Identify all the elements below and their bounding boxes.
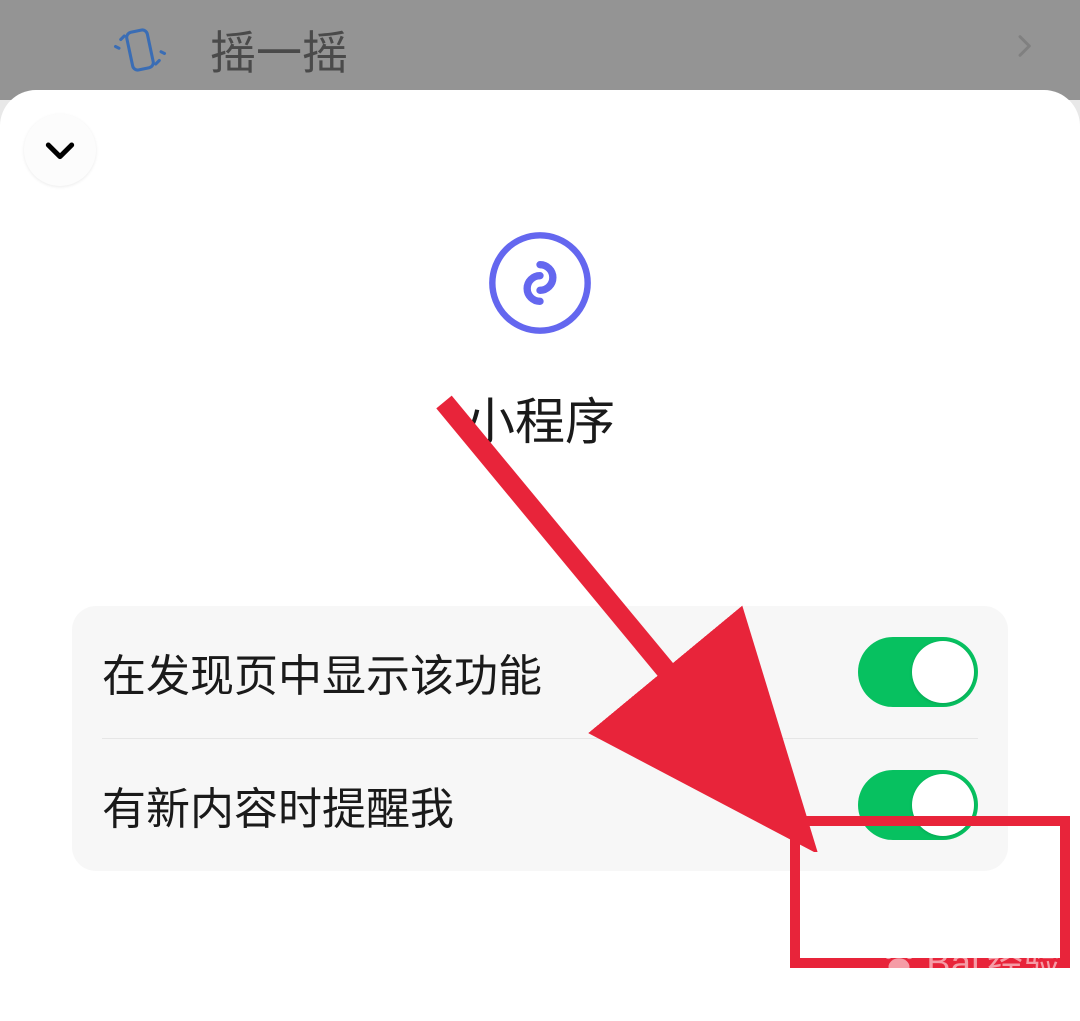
shake-label: 摇一摇 [210, 17, 968, 83]
shake-icon [110, 20, 170, 80]
shake-row[interactable]: 摇一摇 [40, 17, 1040, 83]
feature-title: 小程序 [465, 382, 615, 454]
chevron-down-icon [40, 130, 80, 170]
chevron-right-icon [1008, 29, 1040, 72]
notify-new-toggle[interactable] [858, 770, 978, 840]
miniprogram-icon [485, 228, 595, 338]
setting-label: 有新内容时提醒我 [102, 773, 454, 837]
setting-row-notify-new: 有新内容时提醒我 [102, 739, 978, 871]
setting-label: 在发现页中显示该功能 [102, 640, 542, 704]
setting-row-show-in-discover: 在发现页中显示该功能 [102, 606, 978, 738]
show-in-discover-toggle[interactable] [858, 637, 978, 707]
toggle-knob [912, 641, 974, 703]
close-sheet-button[interactable] [24, 114, 96, 186]
toggle-knob [912, 774, 974, 836]
background-discover-row: 摇一摇 [0, 0, 1080, 100]
feature-settings-sheet: 小程序 在发现页中显示该功能 有新内容时提醒我 [0, 90, 1080, 1021]
feature-header: 小程序 [28, 228, 1052, 454]
settings-block: 在发现页中显示该功能 有新内容时提醒我 [72, 606, 1008, 871]
